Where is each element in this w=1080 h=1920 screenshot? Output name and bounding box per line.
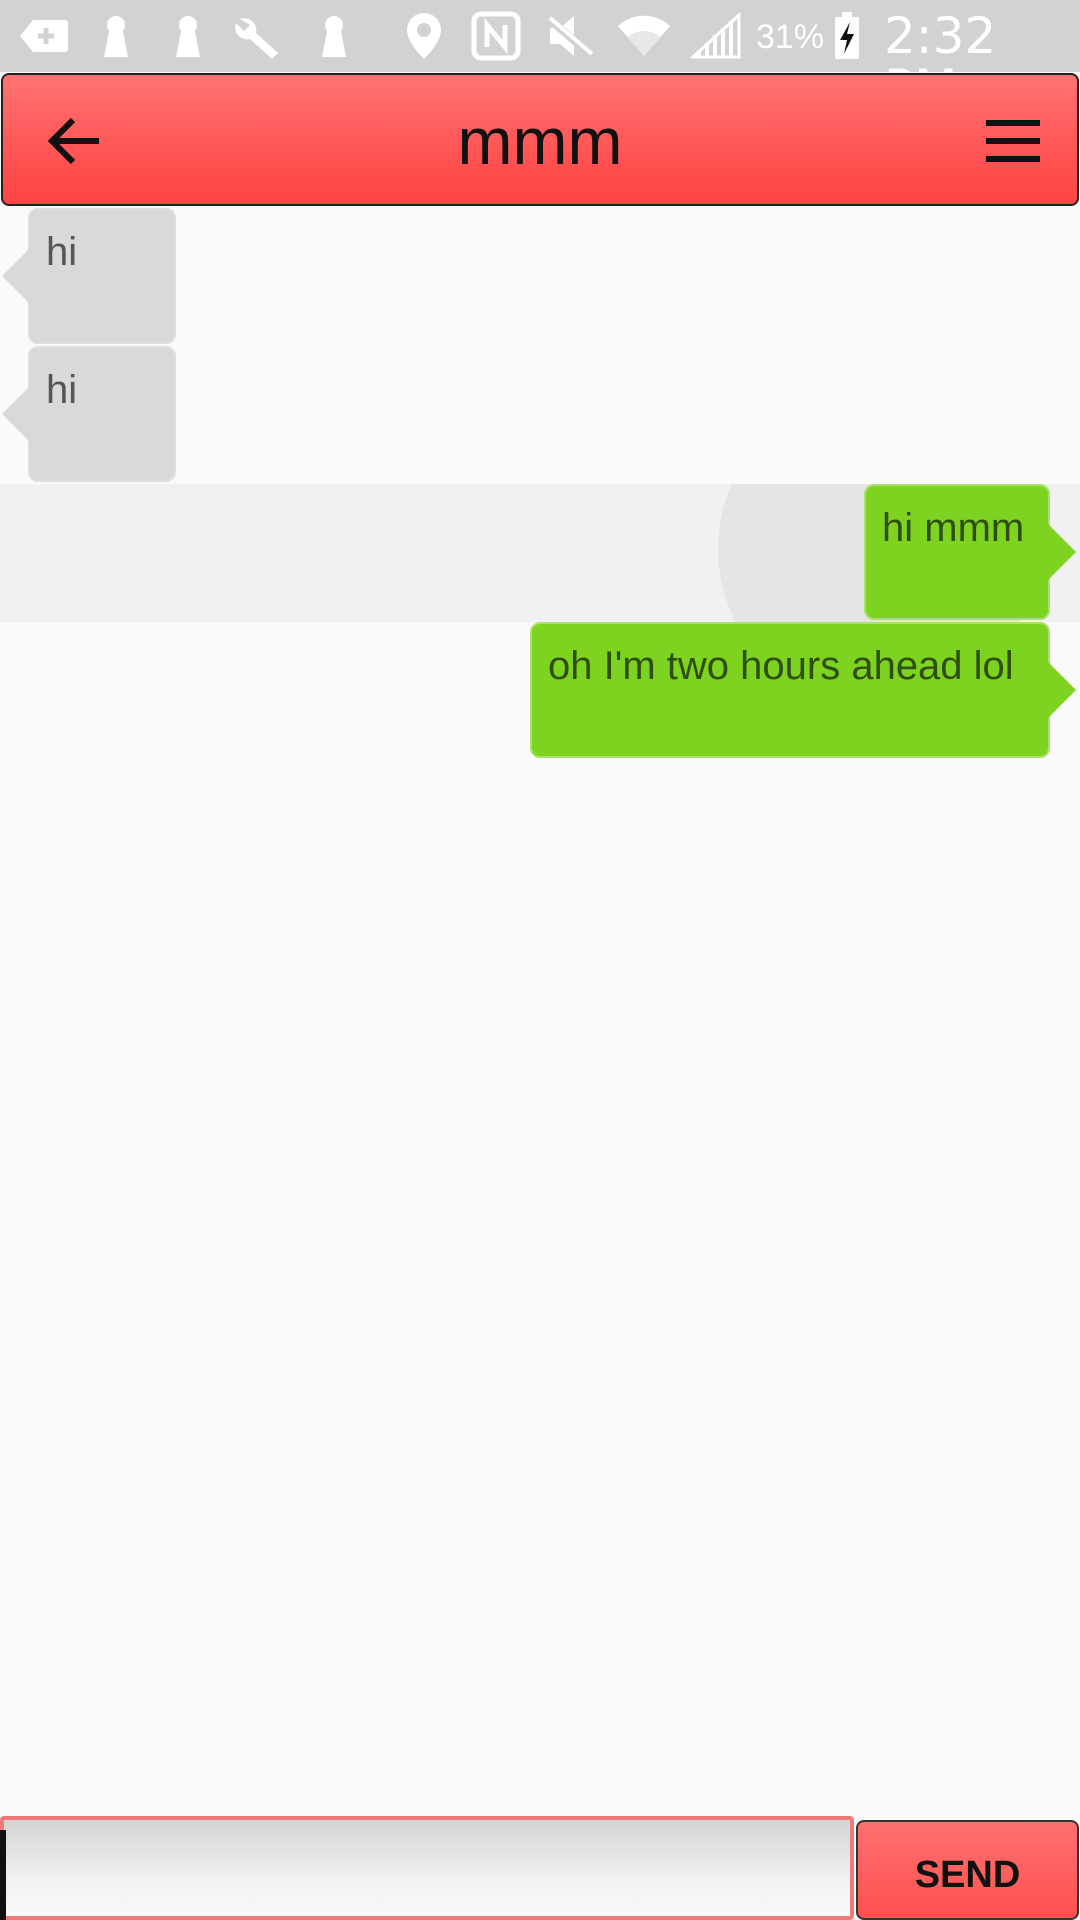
app-header: mmm (1, 73, 1079, 206)
message-text: hi (46, 368, 78, 412)
keyhole-icon (168, 14, 208, 58)
message-list[interactable]: hi hi hi mmm oh I'm two hours ahead lol (0, 206, 1080, 1814)
message-bubble-outgoing[interactable]: oh I'm two hours ahead lol (530, 622, 1076, 758)
send-button[interactable]: SEND (856, 1820, 1079, 1920)
hamburger-menu-icon (986, 120, 1040, 162)
message-input[interactable] (0, 1816, 854, 1920)
text-cursor (0, 1830, 6, 1920)
conversation-title: mmm (457, 104, 623, 178)
battery-charging-icon (832, 12, 862, 59)
notification-add-icon (18, 14, 70, 58)
location-pin-icon (402, 13, 446, 59)
wifi-icon (614, 14, 674, 58)
message-text: hi (46, 230, 78, 274)
battery-percent: 31% (756, 18, 825, 56)
signal-icon (690, 13, 742, 59)
wrench-icon (232, 14, 284, 59)
menu-button[interactable] (977, 105, 1049, 177)
keyhole-icon (96, 14, 136, 58)
mute-icon (544, 14, 598, 58)
message-bubble-incoming[interactable]: hi (2, 208, 176, 344)
message-text: oh I'm two hours ahead lol (548, 644, 1014, 688)
keyhole-icon (314, 14, 354, 58)
message-bubble-outgoing[interactable]: hi mmm (864, 484, 1076, 620)
message-text: hi mmm (882, 506, 1025, 550)
status-bar: 31% 2:32 PM (0, 0, 1080, 114)
message-bubble-incoming[interactable]: hi (2, 346, 176, 482)
nfc-icon (470, 11, 522, 61)
